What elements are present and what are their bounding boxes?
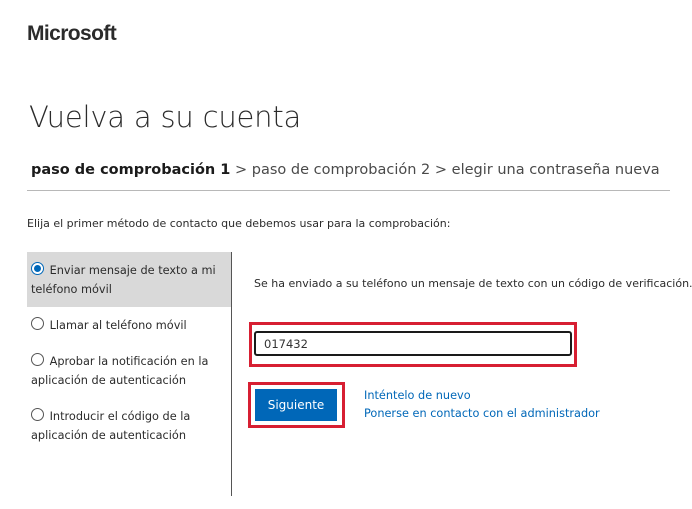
option-label-line2: aplicación de autenticación — [31, 374, 186, 387]
contact-admin-link[interactable]: Ponerse en contacto con el administrador — [364, 407, 600, 420]
option-label: Aprobar la notificación en la — [49, 355, 209, 368]
next-button[interactable]: Siguiente — [255, 389, 337, 421]
breadcrumb-step-2: paso de comprobación 2 — [251, 162, 431, 178]
option-enter-auth-code[interactable]: Introducir el código de la aplicación de… — [27, 398, 231, 453]
option-call-phone[interactable]: Llamar al teléfono móvil — [27, 307, 231, 343]
option-label: Llamar al teléfono móvil — [49, 319, 187, 332]
breadcrumb-separator: > — [234, 162, 248, 178]
retry-link[interactable]: Inténtelo de nuevo — [364, 389, 471, 402]
verification-code-input[interactable] — [254, 331, 572, 356]
option-label-line2: teléfono móvil — [31, 283, 112, 296]
breadcrumb-step-3: elegir una contraseña nueva — [451, 162, 660, 178]
divider — [27, 190, 670, 191]
option-send-text[interactable]: Enviar mensaje de texto a mi teléfono mó… — [27, 252, 231, 307]
microsoft-logo: Microsoft — [27, 22, 117, 45]
radio-selected-icon[interactable] — [31, 262, 44, 275]
instruction-text: Elija el primer método de contacto que d… — [27, 217, 451, 230]
radio-icon[interactable] — [31, 408, 44, 421]
vertical-divider — [231, 252, 232, 496]
option-label-line2: aplicación de autenticación — [31, 429, 186, 442]
radio-icon[interactable] — [31, 353, 44, 366]
breadcrumb-separator: > — [434, 162, 448, 178]
radio-icon[interactable] — [31, 317, 44, 330]
contact-method-list: Enviar mensaje de texto a mi teléfono mó… — [27, 252, 231, 453]
breadcrumb: paso de comprobación 1 > paso de comprob… — [31, 162, 660, 178]
page-title: Vuelva a su cuenta — [29, 100, 302, 134]
option-approve-notification[interactable]: Aprobar la notificación en la aplicación… — [27, 343, 231, 398]
sent-message: Se ha enviado a su teléfono un mensaje d… — [254, 277, 692, 290]
option-label: Introducir el código de la — [49, 410, 191, 423]
breadcrumb-current-step: paso de comprobación 1 — [31, 162, 231, 178]
option-label: Enviar mensaje de texto a mi — [49, 264, 216, 277]
